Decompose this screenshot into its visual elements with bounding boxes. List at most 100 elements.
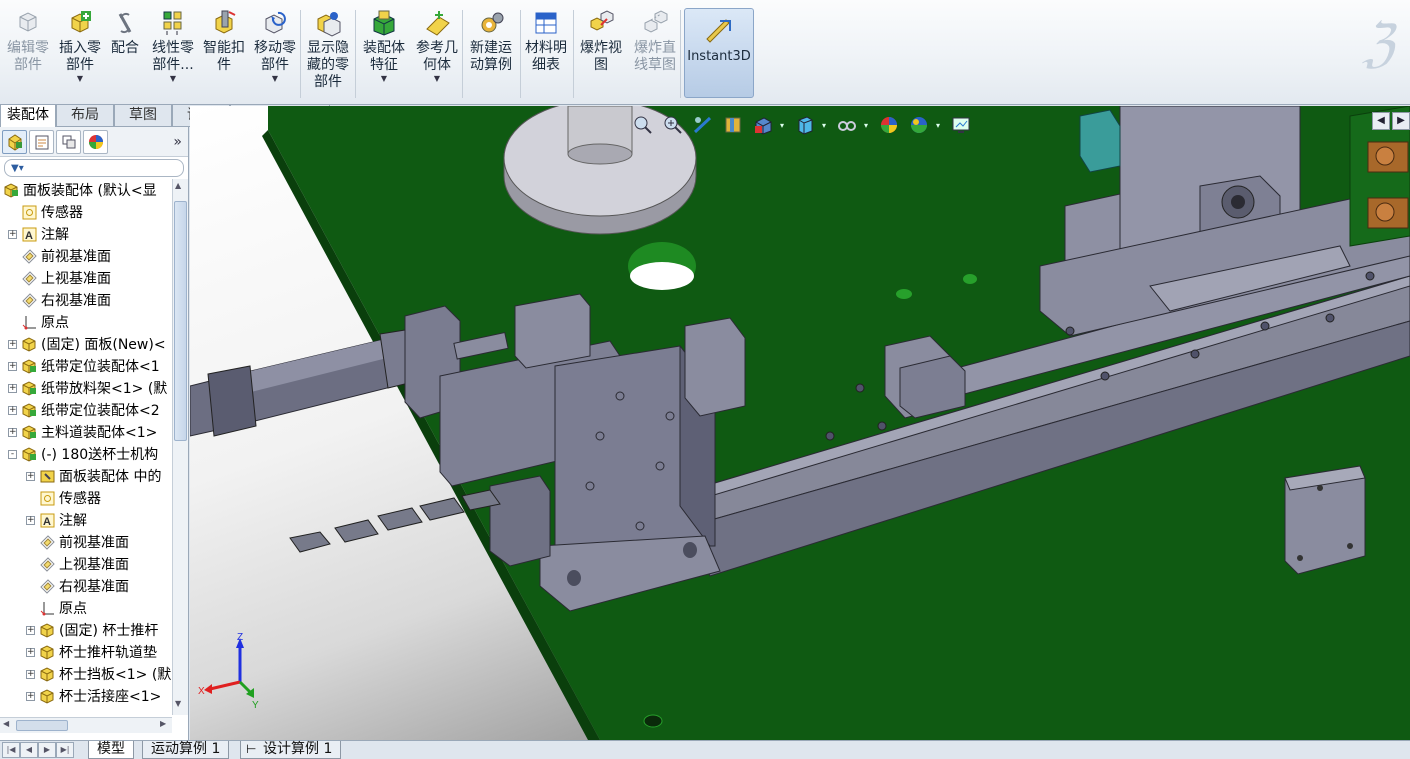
move-component-button[interactable]: 移动零 部件 ▼ (250, 8, 300, 100)
expand-icon[interactable]: + (26, 471, 35, 481)
tree-item[interactable]: + (固定) 杯士推杆 (26, 619, 158, 641)
edit-appearance-button[interactable] (876, 112, 902, 138)
expand-icon[interactable]: + (8, 405, 17, 415)
fm-expand-chevron-icon[interactable]: » (173, 134, 182, 150)
tab-design-study-1[interactable]: ⊢ 设计算例 1 (240, 741, 342, 759)
last-tab-icon[interactable]: ▶| (56, 742, 74, 758)
scrollbar-thumb[interactable] (174, 201, 187, 441)
tree-item[interactable]: - (-) 180送杯士机构 (8, 443, 158, 465)
origin-icon (38, 599, 56, 617)
explode-line-sketch-button[interactable]: 爆炸直 线草图 (627, 8, 683, 100)
tree-item[interactable]: 前视基准面 (26, 531, 129, 553)
tree-item[interactable]: + 纸带放料架<1> (默 (8, 377, 167, 399)
tree-item[interactable]: 前视基准面 (8, 245, 111, 267)
reference-geometry-button[interactable]: 参考几 何体 ▼ (410, 8, 464, 100)
expand-icon[interactable]: + (26, 669, 35, 679)
tree-item[interactable]: 原点 (8, 311, 69, 333)
tree-item[interactable]: + 杯士推杆轨道垫 (26, 641, 157, 663)
new-motion-study-button[interactable]: 新建运 动算例 (465, 8, 517, 100)
previous-view-button[interactable] (690, 112, 716, 138)
next-tab-icon[interactable]: ▶ (38, 742, 56, 758)
expand-icon[interactable]: + (8, 229, 17, 239)
smart-fasteners-button[interactable]: 智能扣 件 (200, 8, 248, 100)
scroll-left-icon[interactable]: ◀ (3, 719, 9, 728)
tree-item[interactable]: 右视基准面 (26, 575, 129, 597)
tab-command-2[interactable]: 草图 (114, 105, 172, 127)
instant3d-button[interactable]: Instant3D (684, 8, 754, 98)
chevron-down-icon[interactable]: ▾ (864, 121, 868, 130)
assembly-model[interactable] (190, 106, 1410, 740)
tab-configuration-manager[interactable] (56, 129, 81, 154)
view-settings-button[interactable] (948, 112, 974, 138)
feature-tree-filter[interactable]: ▼▾ (4, 159, 184, 177)
insert-component-button[interactable]: 插入零 部件 ▼ (53, 8, 107, 100)
feature-tree-vertical-scrollbar[interactable]: ▲ ▼ (172, 179, 188, 715)
viewport-left-arrow-icon[interactable]: ◀ (1372, 112, 1390, 130)
tree-item[interactable]: + 纸带定位装配体<2 (8, 399, 160, 421)
linear-pattern-button[interactable]: 线性零 部件... ▼ (145, 8, 201, 100)
expand-icon[interactable]: + (8, 339, 17, 349)
tree-item[interactable]: + 杯士活接座<1> (26, 685, 161, 707)
chevron-down-icon[interactable]: ▼ (434, 74, 440, 84)
tab-motion-study-1[interactable]: 运动算例 1 (142, 741, 230, 759)
bom-button[interactable]: 材料明 细表 (522, 8, 570, 100)
edit-component-button[interactable]: 编辑零 部件 (0, 8, 56, 100)
tree-item[interactable]: 传感器 (8, 201, 83, 223)
tree-item[interactable]: + 杯士挡板<1> (默 (26, 663, 171, 685)
view-orientation-icon (755, 117, 772, 135)
feature-tree-horizontal-scrollbar[interactable]: ◀ ▶ (0, 717, 172, 733)
tree-item[interactable]: 上视基准面 (26, 553, 129, 575)
apply-scene-button[interactable] (906, 112, 932, 138)
hide-show-items-button[interactable] (834, 112, 860, 138)
tree-item[interactable]: + 纸带定位装配体<1 (8, 355, 160, 377)
tree-item[interactable]: 原点 (26, 597, 87, 619)
chevron-down-icon[interactable]: ▾ (822, 121, 826, 130)
scroll-up-icon[interactable]: ▲ (175, 181, 181, 190)
expand-icon[interactable]: + (26, 691, 35, 701)
view-orientation-button[interactable] (750, 112, 776, 138)
tab-property-manager[interactable] (29, 129, 54, 154)
tree-item[interactable]: + 面板装配体 中的 (26, 465, 161, 487)
zoom-to-area-button[interactable] (660, 112, 686, 138)
section-view-button[interactable] (720, 112, 746, 138)
expand-icon[interactable]: + (8, 427, 17, 437)
assembly-features-button[interactable]: 装配体 特征 ▼ (358, 8, 410, 100)
zoom-to-fit-button[interactable] (630, 112, 656, 138)
tab-model[interactable]: 模型 (88, 741, 134, 759)
tab-command-1[interactable]: 布局 (56, 105, 114, 127)
tree-item[interactable]: + A 注解 (26, 509, 87, 531)
chevron-down-icon[interactable]: ▾ (780, 121, 784, 130)
tree-item[interactable]: + 主料道装配体<1> (8, 421, 157, 443)
chevron-down-icon[interactable]: ▼ (77, 74, 83, 84)
tree-item[interactable]: + (固定) 面板(New)< (8, 333, 166, 355)
expand-icon[interactable]: + (26, 515, 35, 525)
first-tab-icon[interactable]: |◀ (2, 742, 20, 758)
chevron-down-icon[interactable]: ▼ (170, 74, 176, 84)
viewport-right-arrow-icon[interactable]: ▶ (1392, 112, 1410, 130)
scroll-down-icon[interactable]: ▼ (175, 699, 181, 708)
display-style-button[interactable] (792, 112, 818, 138)
graphics-area[interactable]: ▾ ▾ ▾ ▾ ◀ ▶ Z X Y (190, 106, 1410, 740)
tree-item[interactable]: 上视基准面 (8, 267, 111, 289)
expand-icon[interactable]: + (26, 625, 35, 635)
mate-button[interactable]: 配合 (106, 8, 144, 100)
chevron-down-icon[interactable]: ▼ (272, 74, 278, 84)
tab-display-manager[interactable] (83, 129, 108, 154)
tree-item[interactable]: + A 注解 (8, 223, 69, 245)
exploded-view-button[interactable]: 爆炸视 图 (575, 8, 627, 100)
chevron-down-icon[interactable]: ▾ (936, 121, 940, 130)
collapse-icon[interactable]: - (8, 449, 17, 459)
tab-command-0[interactable]: 装配体 (0, 105, 56, 127)
prev-tab-icon[interactable]: ◀ (20, 742, 38, 758)
expand-icon[interactable]: + (8, 361, 17, 371)
scroll-right-icon[interactable]: ▶ (160, 719, 166, 728)
show-hidden-button[interactable]: 显示隐 藏的零 部件 (303, 8, 353, 100)
scrollbar-thumb[interactable] (16, 720, 68, 731)
tab-feature-tree[interactable] (2, 129, 27, 154)
expand-icon[interactable]: + (8, 383, 17, 393)
tree-item[interactable]: 右视基准面 (8, 289, 111, 311)
tree-item[interactable]: 传感器 (26, 487, 101, 509)
chevron-down-icon[interactable]: ▼ (381, 74, 387, 84)
tree-item[interactable]: 面板装配体 (默认<显 (2, 179, 157, 201)
expand-icon[interactable]: + (26, 647, 35, 657)
